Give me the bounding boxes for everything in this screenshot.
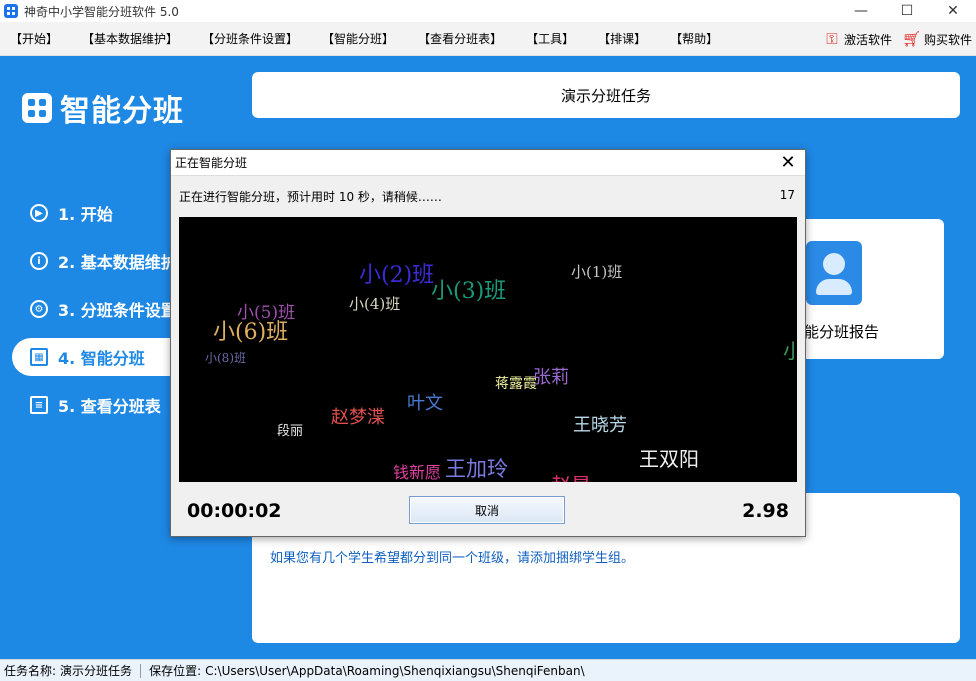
window-controls: — ☐ ✕ — [838, 0, 976, 22]
animated-word: 王双阳 — [639, 447, 699, 471]
status-bar: 任务名称: 演示分班任务 保存位置: C:\Users\User\AppData… — [0, 659, 976, 681]
buy-label: 购买软件 — [923, 32, 972, 47]
brand-logo-icon — [22, 93, 52, 123]
animated-word: 小(4)班 — [349, 295, 401, 313]
animated-word: 蒋露霞 — [495, 376, 537, 392]
animated-word: 王晓芳 — [573, 415, 627, 436]
report-icon — [806, 241, 862, 305]
sidebar-item-label: 1. 开始 — [58, 205, 113, 224]
task-name-label: 任务名称: — [4, 664, 57, 678]
progress-count: 17 — [779, 188, 795, 202]
calculator-icon: ▦ — [30, 348, 48, 366]
brand: 智能分班 — [22, 86, 184, 130]
menu-schedule[interactable]: 【排课】 — [598, 30, 646, 47]
animated-word: 小 — [783, 339, 797, 363]
menu-start[interactable]: 【开始】 — [10, 30, 58, 47]
cart-icon: 🛒︎ — [901, 30, 922, 48]
progress-dialog: 正在智能分班 ✕ 正在进行智能分班，预计用时 10 秒，请稍候…… 17 小(2… — [170, 149, 806, 537]
animated-word: 小(6)班 — [213, 320, 289, 345]
animated-word: 叶文 — [407, 393, 443, 414]
report-label: 能分班报告 — [804, 323, 880, 341]
close-window-button[interactable]: ✕ — [930, 0, 976, 22]
gear-icon: ⚙ — [30, 300, 48, 318]
task-name-value: 演示分班任务 — [60, 664, 133, 678]
animated-word: 段丽 — [277, 424, 304, 439]
progress-message: 正在进行智能分班，预计用时 10 秒，请稍候…… — [179, 190, 442, 204]
animated-word: 钱新愿 — [393, 463, 442, 482]
animated-word: 张莉 — [533, 367, 569, 388]
dialog-title-bar: 正在智能分班 — [171, 150, 805, 176]
menu-tools[interactable]: 【工具】 — [526, 30, 574, 47]
sidebar-item-label: 5. 查看分班表 — [58, 397, 161, 416]
cancel-button[interactable]: 取消 — [409, 496, 565, 524]
menu-actions: ⚿ 激活软件 🛒︎ 购买软件 — [814, 22, 972, 56]
activate-label: 激活软件 — [843, 32, 892, 47]
dialog-close-icon[interactable]: ✕ — [777, 152, 799, 174]
sidebar-item-label: 4. 智能分班 — [58, 349, 145, 368]
dialog-title: 正在智能分班 — [175, 156, 248, 170]
maximize-button[interactable]: ☐ — [884, 0, 930, 22]
animated-word: 小(1)班 — [571, 263, 623, 281]
app-icon — [4, 4, 18, 18]
task-name: 演示分班任务 — [560, 86, 651, 105]
buy-button[interactable]: 🛒︎ 购买软件 — [902, 31, 972, 48]
menu-basic-data[interactable]: 【基本数据维护】 — [82, 30, 178, 47]
title-bar: 神奇中小学智能分班软件 5.0 — ☐ ✕ — [0, 0, 976, 22]
animated-word: 赵梦渫 — [331, 407, 385, 428]
menu-help[interactable]: 【帮助】 — [670, 30, 718, 47]
sidebar-item-label: 2. 基本数据维护 — [58, 253, 177, 272]
progress-value: 2.98 — [742, 500, 789, 522]
brand-title: 智能分班 — [60, 94, 184, 129]
tip-link[interactable]: 如果您有几个学生希望都分到同一个班级，请添加捆绑学生组。 — [270, 547, 634, 566]
save-path-value: C:\Users\User\AppData\Roaming\Shenqixian… — [205, 663, 585, 678]
task-name-card: 演示分班任务 — [252, 72, 960, 118]
menu-view-table[interactable]: 【查看分班表】 — [418, 30, 502, 47]
animated-word: 小(2)班 — [359, 263, 435, 288]
cancel-label: 取消 — [474, 503, 499, 518]
animated-word: 王加玲 — [445, 457, 508, 481]
menu-smart-assign[interactable]: 【智能分班】 — [322, 30, 394, 47]
animated-word: 小(8)班 — [205, 351, 246, 365]
menu-class-conditions[interactable]: 【分班条件设置】 — [202, 30, 298, 47]
activate-button[interactable]: ⚿ 激活软件 — [824, 31, 892, 48]
elapsed-timer: 00:00:02 — [187, 500, 282, 522]
animated-word: 小(3)班 — [431, 279, 507, 304]
search-list-icon: ≡ — [30, 396, 48, 414]
animated-word: 赵昊 — [551, 475, 591, 482]
info-icon: i — [30, 252, 48, 270]
minimize-button[interactable]: — — [838, 0, 884, 22]
play-icon: ▶ — [30, 204, 48, 222]
sidebar-item-label: 3. 分班条件设置 — [58, 301, 177, 320]
status-divider — [140, 663, 142, 678]
save-path-label: 保存位置: — [149, 664, 202, 678]
window-title: 神奇中小学智能分班软件 5.0 — [24, 4, 179, 19]
key-icon: ⚿ — [826, 30, 838, 48]
menu-bar: 【开始】 【基本数据维护】 【分班条件设置】 【智能分班】 【查看分班表】 【工… — [0, 22, 976, 56]
animation-canvas: 小(2)班 小(1)班 小(3)班 小(4)班 小(5)班 小(6)班 小(8)班小蒋露霞张… — [179, 217, 797, 482]
